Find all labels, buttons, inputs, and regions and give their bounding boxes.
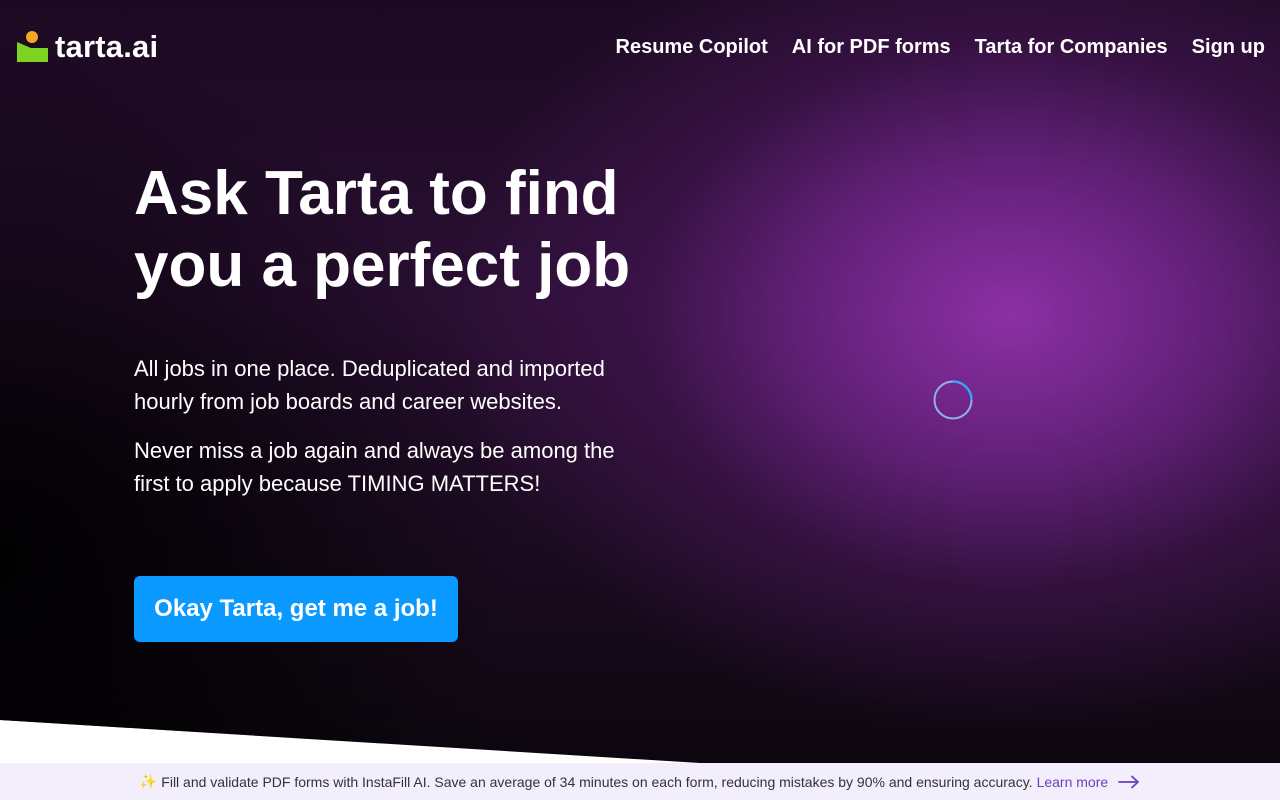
arrow-right-icon[interactable] — [1118, 775, 1140, 789]
nav-resume-copilot[interactable]: Resume Copilot — [616, 35, 768, 59]
loading-spinner-icon — [933, 380, 973, 420]
brand-logo[interactable]: tarta.ai — [17, 30, 158, 64]
hero-title-line-2: you a perfect job — [134, 231, 631, 300]
brand-name: tarta.ai — [55, 29, 159, 64]
banner-text: Fill and validate PDF forms with InstaFi… — [161, 773, 1033, 790]
promo-banner: ✨ Fill and validate PDF forms with Insta… — [0, 763, 1280, 800]
nav-sign-up[interactable]: Sign up — [1192, 35, 1265, 59]
logo-block — [17, 42, 48, 62]
hero-title-line-1: Ask Tarta to find — [134, 159, 619, 228]
hero-paragraph-2: Never miss a job again and always be amo… — [134, 438, 615, 496]
nav-ai-pdf-forms[interactable]: AI for PDF forms — [792, 35, 951, 59]
page: tarta.ai Resume Copilot AI for PDF forms… — [0, 0, 1280, 800]
top-nav: Resume Copilot AI for PDF forms Tarta fo… — [616, 35, 1265, 59]
hero-title: Ask Tarta to find you a perfect job — [134, 158, 694, 302]
get-job-button[interactable]: Okay Tarta, get me a job! — [134, 576, 458, 642]
hero-paragraph-1: All jobs in one place. Deduplicated and … — [134, 356, 605, 414]
learn-more-link[interactable]: Learn more — [1037, 774, 1109, 790]
tarta-logo-icon — [17, 30, 49, 64]
logo-dot — [26, 31, 38, 43]
sparkles-icon: ✨ — [139, 773, 158, 789]
nav-tarta-for-companies[interactable]: Tarta for Companies — [975, 35, 1168, 59]
